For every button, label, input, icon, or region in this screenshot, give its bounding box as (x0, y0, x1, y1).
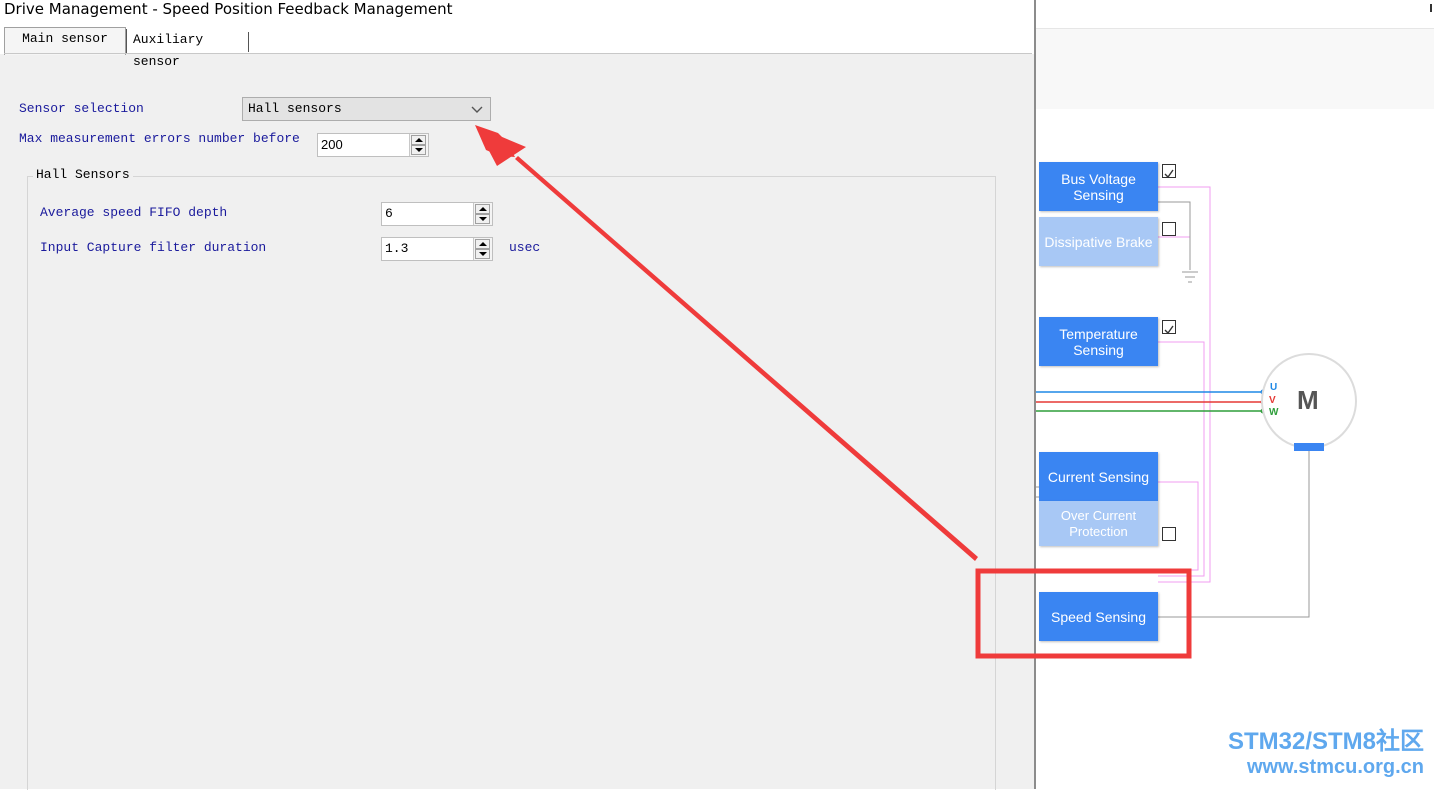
filter-duration-unit: usec (509, 240, 541, 255)
dialog-window: Drive Management - Speed Position Feedba… (0, 0, 1036, 790)
spin-buttons (409, 134, 428, 156)
spin-down-button[interactable] (475, 249, 490, 259)
current-label: Current Sensing (1047, 468, 1150, 485)
hall-sensors-group-title: Hall Sensors (33, 167, 133, 182)
fifo-depth-spinbox[interactable]: 6 (381, 202, 493, 226)
max-errors-label: Max measurement errors number before (19, 131, 300, 146)
speed-sensing-block[interactable]: Speed Sensing (1039, 592, 1158, 641)
watermark-line1: STM32/STM8社区 (1227, 728, 1424, 755)
fifo-depth-label: Average speed FIFO depth (40, 205, 228, 220)
temperature-sensing-block[interactable]: Temperature Sensing (1039, 317, 1158, 366)
phase-v-label: V (1269, 395, 1276, 406)
toolbar-mark (1430, 4, 1432, 12)
window-title: Drive Management - Speed Position Feedba… (4, 0, 453, 18)
spin-down-button[interactable] (475, 214, 490, 224)
over-current-label: Over Current Protection (1060, 507, 1137, 539)
arrow-up-icon (415, 138, 423, 142)
watermark: STM32/STM8社区 www.stmcu.org.cn (1228, 729, 1424, 779)
phase-u-label: U (1270, 382, 1278, 393)
watermark-line2: www.stmcu.org.cn (1246, 756, 1424, 778)
spin-buttons (473, 203, 492, 225)
motor-label: M (1297, 385, 1319, 415)
tab-main-sensor[interactable]: Main sensor (4, 27, 126, 55)
arrow-down-icon (479, 252, 487, 256)
speed-label: Speed Sensing (1051, 608, 1146, 625)
spin-up-button[interactable] (475, 239, 490, 249)
temperature-checkbox[interactable] (1162, 320, 1176, 335)
ground-symbol (1158, 201, 1198, 283)
bus-voltage-label: Bus Voltage Sensing (1061, 170, 1136, 203)
check-icon (1164, 169, 1174, 179)
bus-voltage-checkbox[interactable] (1162, 164, 1176, 179)
bus-lines (1158, 186, 1211, 583)
spin-up-button[interactable] (411, 135, 426, 145)
filter-duration-label: Input Capture filter duration (40, 240, 267, 255)
max-errors-value: 200 (321, 137, 343, 152)
toolbar-strip (1036, 29, 1434, 109)
motor-sensor-connector (1294, 443, 1324, 451)
filter-duration-value: 1.3 (385, 241, 409, 256)
filter-duration-spinbox[interactable]: 1.3 (381, 237, 493, 261)
sensor-selection-value: Hall sensors (248, 101, 342, 116)
top-bar (1036, 0, 1434, 29)
dissipative-brake-checkbox[interactable] (1162, 222, 1176, 236)
chevron-down-icon (471, 106, 483, 113)
tab-auxiliary-sensor[interactable]: Auxiliary sensor (126, 29, 249, 69)
spin-buttons (473, 238, 492, 260)
arrow-down-icon (479, 217, 487, 221)
current-sensing-block[interactable]: Current Sensing (1039, 452, 1158, 501)
title-bar: Drive Management - Speed Position Feedba… (0, 0, 1034, 24)
fifo-depth-value: 6 (385, 206, 393, 221)
phase-w-label: W (1269, 407, 1279, 418)
temperature-label: Temperature Sensing (1059, 325, 1138, 358)
dissipative-brake-block[interactable]: Dissipative Brake (1039, 217, 1158, 266)
sensor-selection-dropdown[interactable]: Hall sensors (242, 97, 491, 121)
arrow-up-icon (479, 207, 487, 211)
sensor-selection-label: Sensor selection (19, 101, 144, 116)
over-current-protection-block[interactable]: Over Current Protection (1039, 501, 1158, 546)
tab-strip: Main sensor Auxiliary sensor (0, 24, 1034, 69)
spin-down-button[interactable] (411, 145, 426, 155)
arrow-down-icon (415, 148, 423, 152)
hall-sensors-group (27, 176, 996, 790)
max-errors-spinbox[interactable]: 200 (317, 133, 429, 157)
tab-separator (248, 32, 249, 52)
dissipative-brake-label: Dissipative Brake (1044, 233, 1153, 250)
check-icon (1164, 325, 1174, 335)
bus-voltage-sensing-block[interactable]: Bus Voltage Sensing (1039, 162, 1158, 211)
arrow-up-icon (479, 242, 487, 246)
over-current-checkbox[interactable] (1162, 527, 1176, 541)
spin-up-button[interactable] (475, 204, 490, 214)
